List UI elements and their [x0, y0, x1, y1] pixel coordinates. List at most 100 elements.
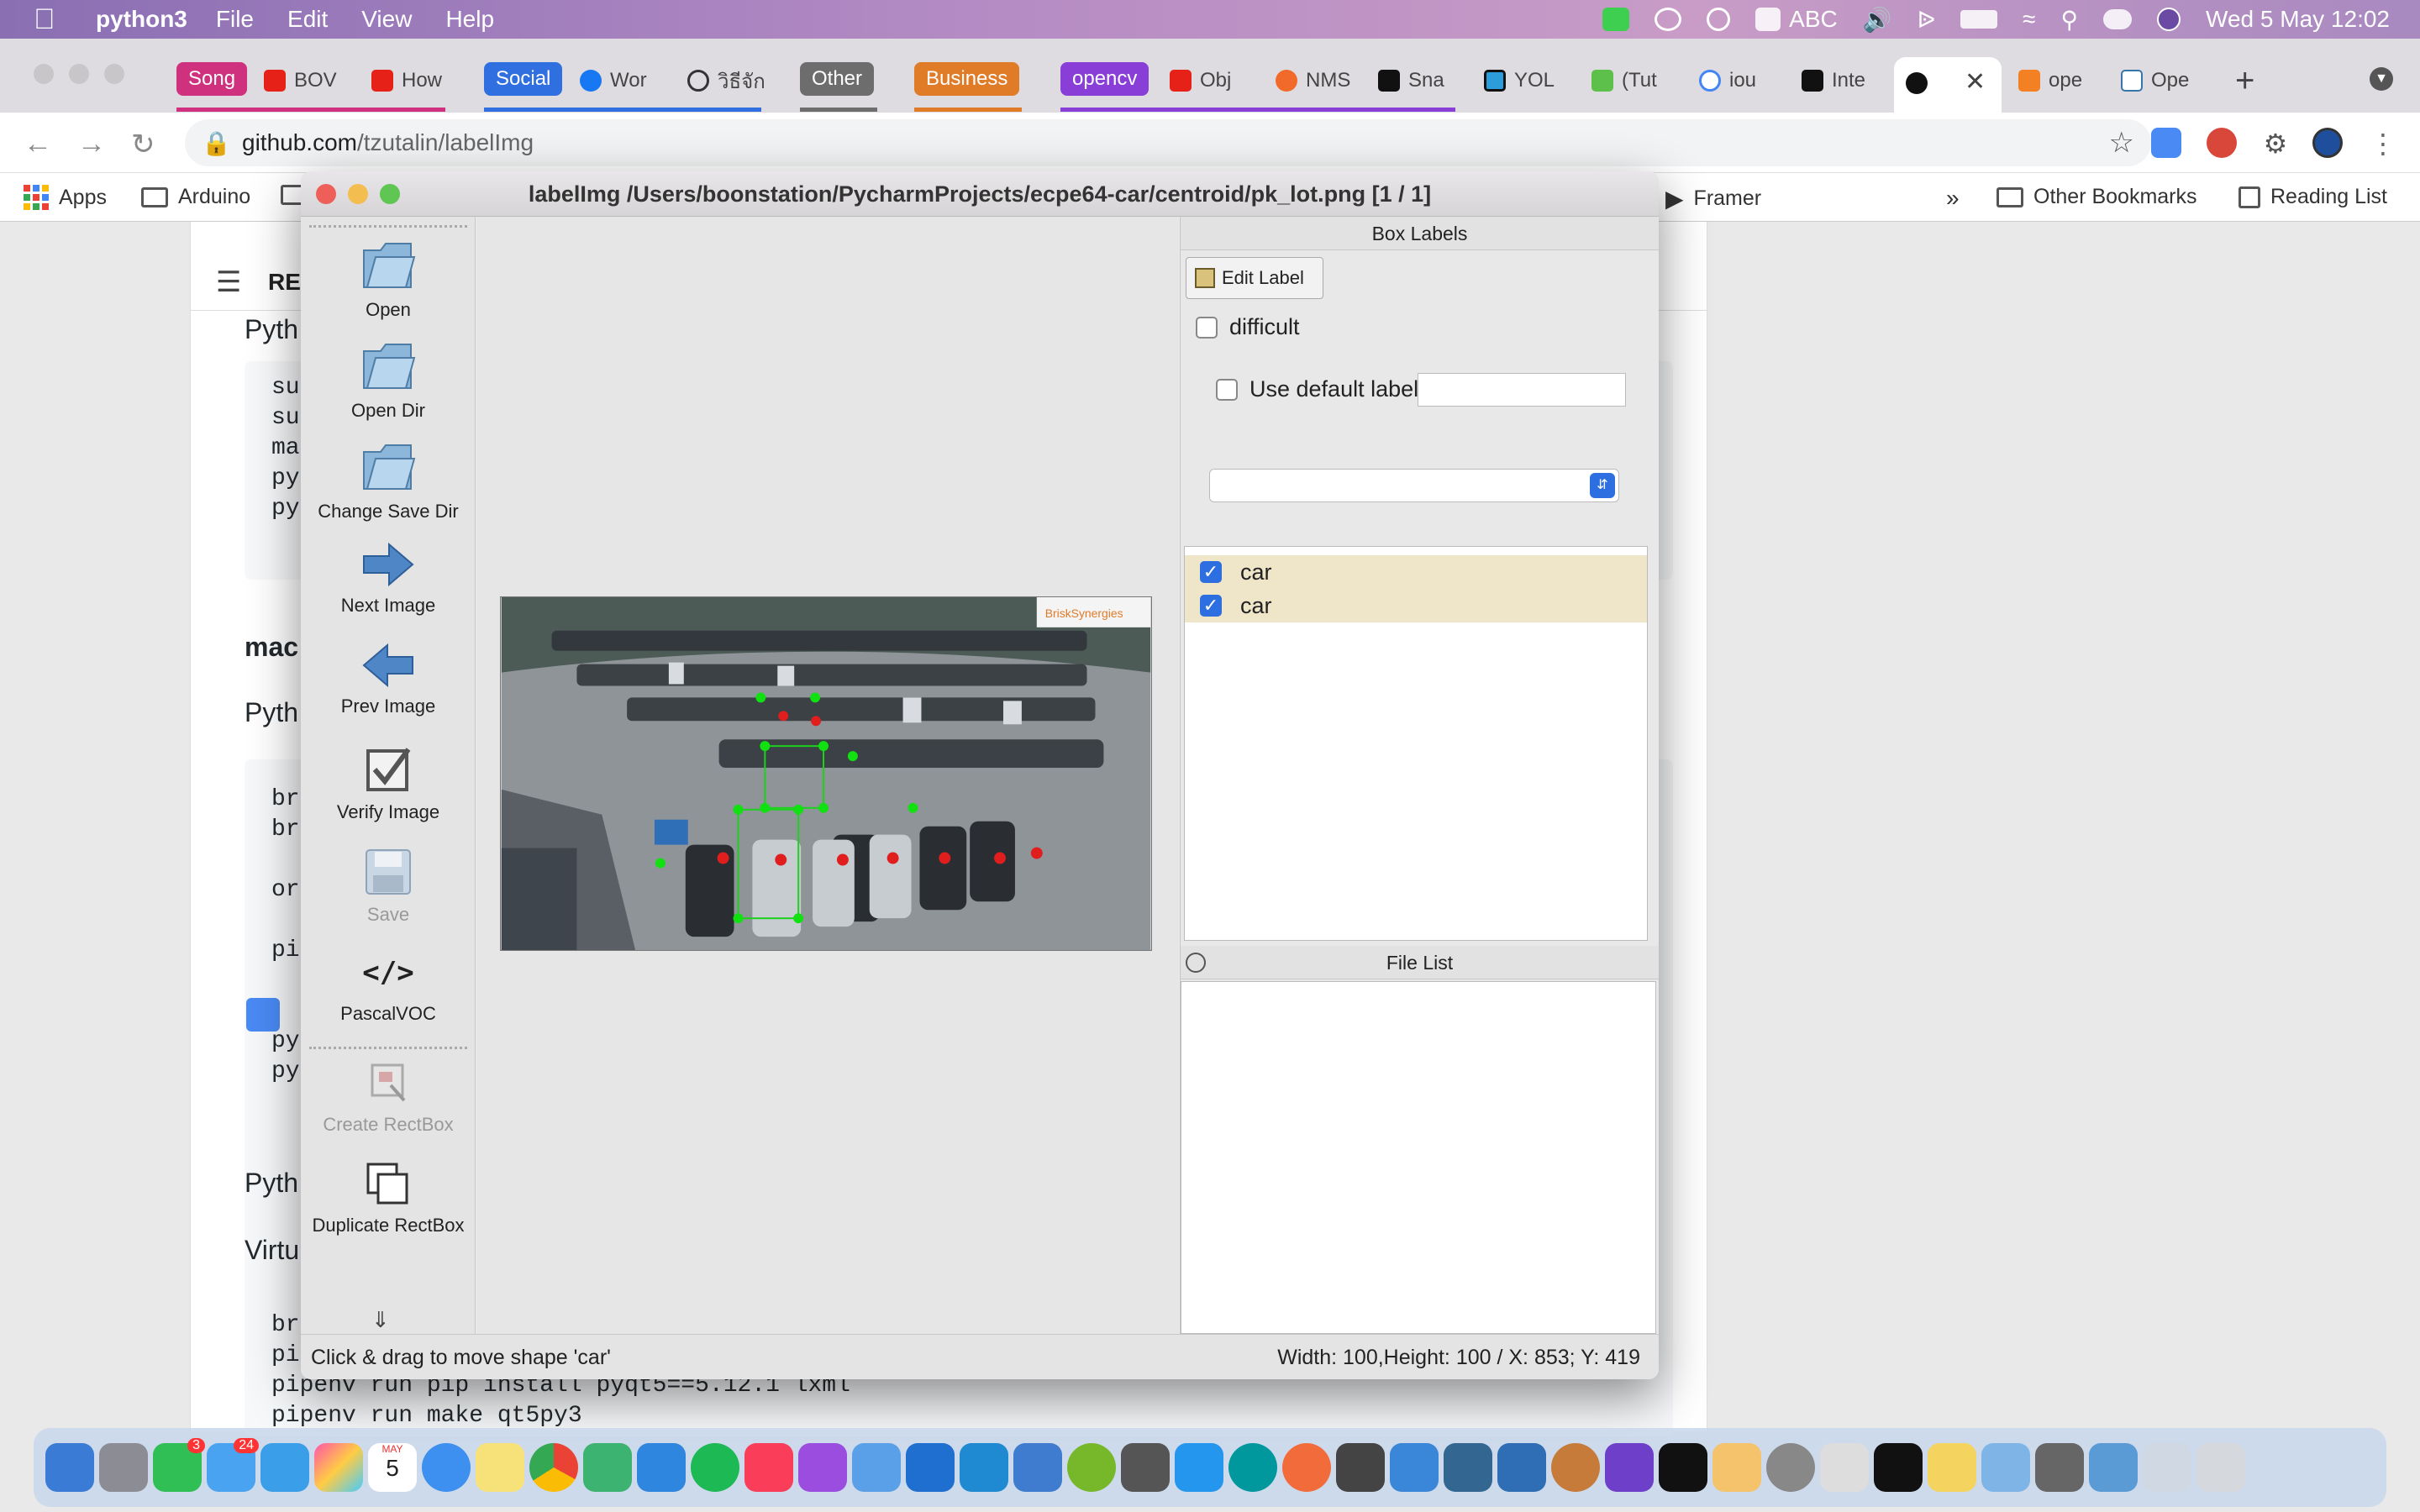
close-tab-icon[interactable]: ✕ — [1965, 67, 1986, 97]
tab-group-song[interactable]: Song — [176, 62, 248, 96]
menu-view[interactable]: View — [361, 6, 412, 33]
trello-icon[interactable] — [906, 1443, 955, 1492]
pycharm-icon[interactable] — [1659, 1443, 1707, 1492]
github-desktop-icon[interactable] — [1605, 1443, 1654, 1492]
extensions-puzzle-icon[interactable]: ⚙ — [2260, 128, 2291, 159]
qgis-icon[interactable] — [1067, 1443, 1116, 1492]
podcasts-icon[interactable] — [798, 1443, 847, 1492]
clock[interactable]: Wed 5 May 12:02 — [2206, 6, 2390, 33]
format-pascalvoc-button[interactable]: </> PascalVOC — [301, 956, 476, 1025]
input-source[interactable]: ABC — [1755, 6, 1838, 33]
difficult-checkbox-row[interactable]: difficult — [1196, 314, 1300, 340]
zoom-button[interactable] — [380, 184, 400, 204]
downloads-stack-icon[interactable] — [2143, 1443, 2191, 1492]
use-default-label-checkbox[interactable] — [1216, 378, 1238, 401]
spotify-icon[interactable] — [691, 1443, 739, 1492]
terminal-icon[interactable] — [1874, 1443, 1923, 1492]
close-window-button[interactable] — [34, 64, 54, 84]
volume-icon[interactable]: 🔊 — [1863, 6, 1892, 34]
back-icon[interactable]: ← — [24, 128, 52, 160]
vscode-icon[interactable] — [960, 1443, 1008, 1492]
minimize-window-button[interactable] — [69, 64, 89, 84]
cake-app-icon[interactable] — [1712, 1443, 1761, 1492]
prev-image-button[interactable]: Prev Image — [301, 642, 476, 717]
fish-app-icon[interactable] — [1981, 1443, 2030, 1492]
change-save-dir-button[interactable]: Change Save Dir — [301, 440, 476, 522]
tab-medium-2[interactable]: Inte — [1802, 62, 1865, 99]
tab-group-other[interactable]: Other — [800, 62, 875, 96]
tableplus-icon[interactable] — [1336, 1443, 1385, 1492]
arduino-icon[interactable] — [1228, 1443, 1277, 1492]
new-tab-icon[interactable]: + — [2235, 62, 2254, 100]
tab-google[interactable]: iou — [1699, 62, 1756, 99]
control-center-icon[interactable] — [2103, 9, 2133, 29]
bluetooth-icon[interactable]: ᐉ — [1918, 6, 1936, 34]
parallels-icon[interactable] — [1121, 1443, 1170, 1492]
bookmark-arduino[interactable]: Arduino — [141, 185, 250, 209]
music-icon[interactable] — [744, 1443, 793, 1492]
open-dir-button[interactable]: Open Dir — [301, 339, 476, 422]
photos-icon[interactable] — [314, 1443, 363, 1492]
virtualbox-icon[interactable] — [1013, 1443, 1062, 1492]
tab-thai[interactable]: วิธีจัก — [687, 62, 765, 99]
save-button[interactable]: Save — [301, 847, 476, 926]
open-button[interactable]: Open — [301, 239, 476, 321]
tab-group-opencv[interactable]: opencv — [1060, 62, 1150, 96]
label-visible-checkbox[interactable]: ✓ — [1200, 561, 1222, 583]
active-tab[interactable]: ✕ — [1894, 57, 2002, 113]
tab-youtube-1[interactable]: BOV — [264, 62, 337, 99]
finder-icon[interactable] — [45, 1443, 94, 1492]
toc-menu-icon[interactable]: ☰ — [216, 265, 241, 299]
minimize-button[interactable] — [348, 184, 368, 204]
play-icon[interactable] — [1707, 8, 1731, 31]
next-image-button[interactable]: Next Image — [301, 541, 476, 617]
image-canvas[interactable]: BriskSynergies — [476, 217, 1179, 1334]
float-dock-icon[interactable] — [1186, 953, 1206, 973]
profile-avatar[interactable] — [2312, 128, 2343, 158]
label-list[interactable]: ✓ car ✓ car — [1184, 546, 1648, 941]
mail-icon[interactable]: 24 — [207, 1438, 259, 1492]
stickies-icon[interactable] — [1928, 1443, 1976, 1492]
tab-tutorial[interactable]: (Tut — [1591, 62, 1657, 99]
calculator-icon[interactable] — [2035, 1443, 2084, 1492]
docker-icon[interactable] — [1175, 1443, 1223, 1492]
tab-youtube-2[interactable]: How — [371, 62, 442, 99]
create-rectbox-button[interactable]: Create RectBox — [301, 1060, 476, 1136]
label-visible-checkbox[interactable]: ✓ — [1200, 595, 1222, 617]
reading-list-button[interactable]: Reading List — [2238, 185, 2387, 209]
automator-icon[interactable] — [1820, 1443, 1869, 1492]
toolbar-grip[interactable] — [309, 225, 467, 228]
difficult-checkbox[interactable] — [1196, 316, 1218, 339]
wifi-icon[interactable]: ≈ — [2023, 6, 2035, 33]
tab-nms[interactable]: NMS — [1276, 62, 1350, 99]
adblock-extension-icon[interactable] — [2207, 128, 2237, 158]
postgres-icon[interactable] — [1444, 1443, 1492, 1492]
siri-icon[interactable] — [2157, 8, 2181, 31]
bookmark-apps[interactable]: Apps — [24, 185, 107, 210]
reload-icon[interactable]: ↻ — [131, 128, 155, 161]
label-combobox[interactable]: ⇵ — [1209, 469, 1619, 502]
google-translate-popup-icon[interactable] — [246, 998, 280, 1032]
google-translate-extension-icon[interactable] — [2151, 128, 2181, 158]
battery-icon[interactable] — [1960, 10, 1998, 29]
creative-cloud-icon[interactable] — [1655, 8, 1682, 31]
tab-facebook[interactable]: Wor — [580, 62, 647, 99]
system-preferences-icon[interactable] — [1766, 1443, 1815, 1492]
safari-icon[interactable] — [422, 1443, 471, 1492]
launchpad-icon[interactable] — [99, 1443, 148, 1492]
tab-python[interactable]: Ope — [2121, 62, 2189, 99]
pgadmin-icon[interactable] — [1497, 1443, 1546, 1492]
toolbar-expand-chevron-icon[interactable]: ⇓ — [371, 1307, 390, 1333]
parking-lot-image[interactable]: BriskSynergies — [500, 596, 1152, 951]
file-list[interactable] — [1181, 981, 1656, 1334]
spotlight-search-icon[interactable]: ⚲ — [2061, 6, 2079, 34]
bookmark-framer[interactable]: ▶ Framer — [1665, 185, 1761, 213]
tab-stackoverflow[interactable]: ope — [2018, 62, 2082, 99]
line-status-icon[interactable] — [1602, 8, 1630, 31]
bookmark-other-bookmarks[interactable]: Other Bookmarks — [1996, 185, 2197, 209]
swift-playgrounds-icon[interactable] — [1282, 1443, 1331, 1492]
verify-image-button[interactable]: Verify Image — [301, 744, 476, 823]
notes-icon[interactable] — [476, 1443, 524, 1492]
zoom-window-button[interactable] — [104, 64, 124, 84]
menu-edit[interactable]: Edit — [287, 6, 328, 33]
